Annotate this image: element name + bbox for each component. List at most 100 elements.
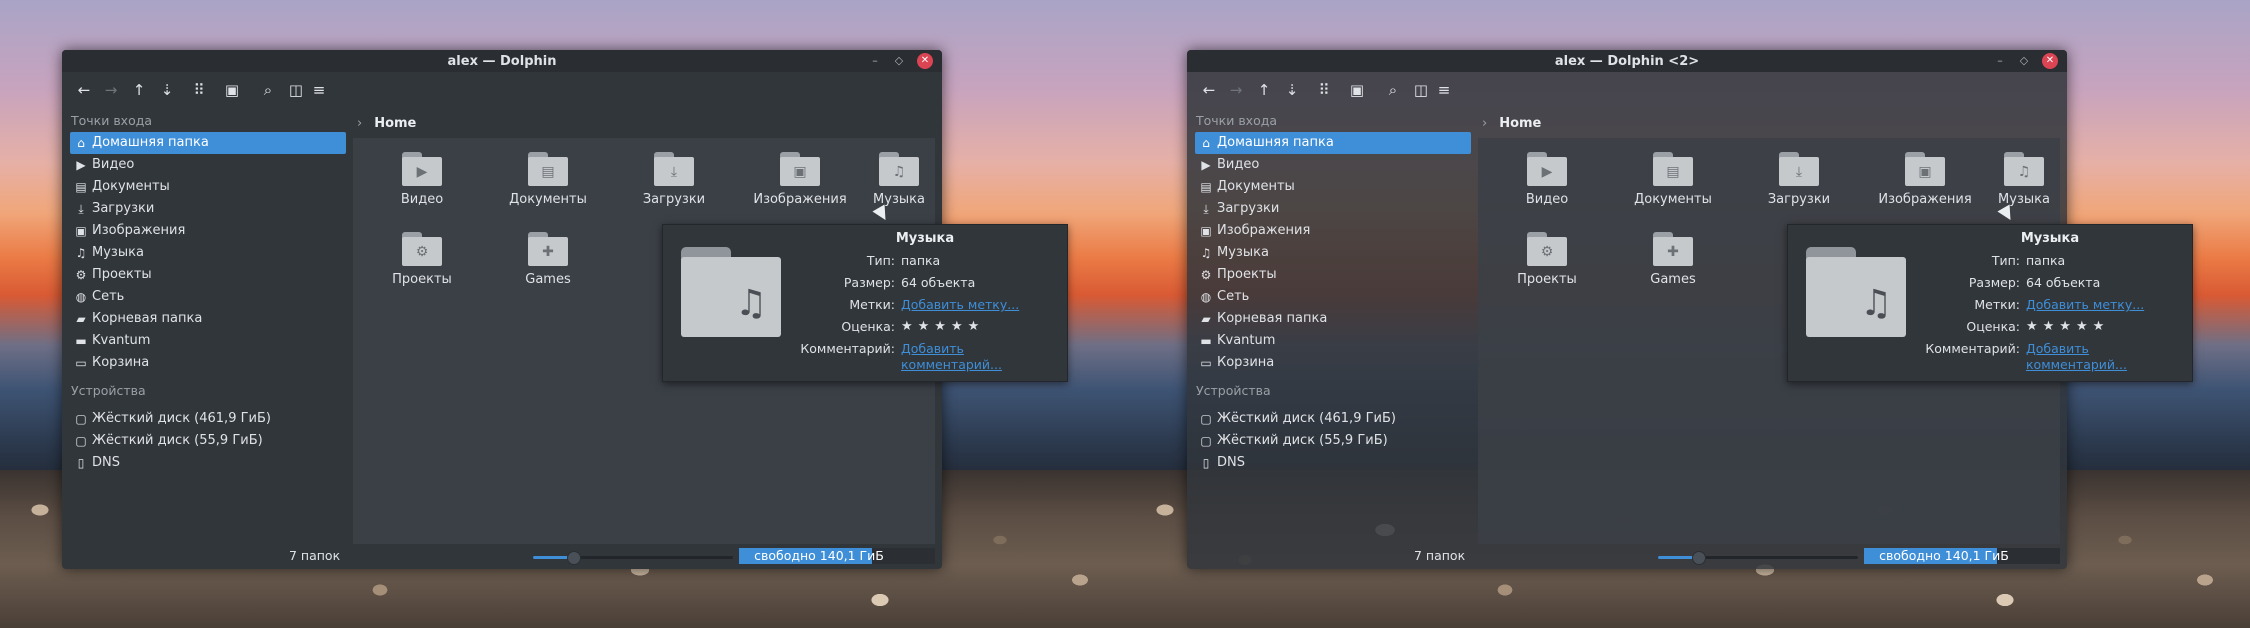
preview-icon[interactable]: ▣ [222, 80, 242, 100]
sidebar-item-music[interactable]: ♫ Музыка [70, 242, 346, 264]
split-view-icon[interactable]: ◫ [1411, 80, 1431, 100]
free-space-bar[interactable]: свободно 140,1 ГиБ [739, 548, 935, 564]
up-icon[interactable]: ↑ [1254, 80, 1274, 100]
up-icon[interactable]: ↑ [129, 80, 149, 100]
sidebar-item-network[interactable]: ◍ Сеть [1195, 286, 1471, 308]
free-space-bar[interactable]: свободно 140,1 ГиБ [1864, 548, 2060, 564]
sidebar-item-video[interactable]: ▶ Видео [70, 154, 346, 176]
menu-icon[interactable]: ≡ [1434, 80, 1454, 100]
sidebar-item-trash[interactable]: ▭ Корзина [1195, 352, 1471, 374]
breadcrumb-home[interactable]: Home [374, 116, 416, 131]
sidebar-item-dns[interactable]: ▯ DNS [1195, 452, 1471, 474]
folder-item-projects[interactable]: ⚙ Проекты [1485, 232, 1609, 287]
folder-item-documents[interactable]: ▤ Документы [486, 152, 610, 207]
sidebar-item-trash[interactable]: ▭ Корзина [70, 352, 346, 374]
folder-item-images[interactable]: ▣ Изображения [1863, 152, 1987, 207]
search-icon[interactable]: ⌕ [1383, 80, 1403, 100]
maximize-button[interactable]: ◇ [892, 54, 906, 68]
desktop-right: alex — Dolphin <2> – ◇ ✕ ← → ↑ ⇣ ⠿ ▣ ⌕ ◫… [1125, 0, 2250, 628]
folder-icon: ✚ [528, 232, 568, 266]
sidebar-item-disk-2[interactable]: ▢ Жёсткий диск (55,9 ГиБ) [70, 430, 346, 452]
rating-stars[interactable]: ★★★★★ [901, 319, 1061, 335]
preview-icon[interactable]: ▣ [1347, 80, 1367, 100]
folder-icon: ♫ [2004, 152, 2044, 186]
tooltip-title: Музыка [2020, 231, 2080, 246]
sidebar-item-images[interactable]: ▣ Изображения [1195, 220, 1471, 242]
sidebar-item-video[interactable]: ▶ Видео [1195, 154, 1471, 176]
minimize-button[interactable]: – [1993, 54, 2007, 68]
folder-item-projects[interactable]: ⚙ Проекты [360, 232, 484, 287]
sort-icon[interactable]: ⇣ [157, 80, 177, 100]
icon-view-icon[interactable]: ⠿ [189, 80, 209, 100]
zoom-slider-handle[interactable] [567, 551, 581, 565]
folder-item-documents[interactable]: ▤ Документы [1611, 152, 1735, 207]
sidebar-item-network[interactable]: ◍ Сеть [70, 286, 346, 308]
forward-icon[interactable]: → [1226, 80, 1246, 100]
folder-icon: ▬ [75, 334, 87, 348]
sort-icon[interactable]: ⇣ [1282, 80, 1302, 100]
split-view-icon[interactable]: ◫ [286, 80, 306, 100]
network-icon: ◍ [1200, 290, 1212, 304]
search-icon[interactable]: ⌕ [258, 80, 278, 100]
breadcrumb[interactable]: › Home [353, 110, 416, 138]
sidebar-item-music[interactable]: ♫ Музыка [1195, 242, 1471, 264]
sidebar-item-disk-1[interactable]: ▢ Жёсткий диск (461,9 ГиБ) [70, 408, 346, 430]
sidebar-item-projects[interactable]: ⚙ Проекты [70, 264, 346, 286]
folder-item-music[interactable]: ♫ Музыка [864, 152, 934, 207]
sidebar-item-projects[interactable]: ⚙ Проекты [1195, 264, 1471, 286]
sidebar-item-home[interactable]: ⌂ Домашняя папка [1195, 132, 1471, 154]
close-button[interactable]: ✕ [2042, 53, 2058, 69]
folder-item-downloads[interactable]: ⤓ Загрузки [612, 152, 736, 207]
music-icon: ♫ [2017, 164, 2031, 180]
folder-item-video[interactable]: ▶ Видео [1485, 152, 1609, 207]
zoom-slider[interactable] [533, 551, 733, 565]
folder-item-music[interactable]: ♫ Музыка [1989, 152, 2059, 207]
sidebar-item-kvantum[interactable]: ▬ Kvantum [70, 330, 346, 352]
sidebar-item-disk-2[interactable]: ▢ Жёсткий диск (55,9 ГиБ) [1195, 430, 1471, 452]
image-icon: ▣ [793, 164, 807, 180]
sidebar-item-label: Документы [1217, 179, 1295, 194]
titlebar[interactable]: alex — Dolphin <2> – ◇ ✕ [1187, 50, 2067, 72]
folder-item-downloads[interactable]: ⤓ Загрузки [1737, 152, 1861, 207]
maximize-button[interactable]: ◇ [2017, 54, 2031, 68]
sidebar-item-dns[interactable]: ▯ DNS [70, 452, 346, 474]
sidebar-item-home[interactable]: ⌂ Домашняя папка [70, 132, 346, 154]
sidebar-item-root[interactable]: ▰ Корневая папка [70, 308, 346, 330]
titlebar[interactable]: alex — Dolphin – ◇ ✕ [62, 50, 942, 72]
folder-item-games[interactable]: ✚ Games [486, 232, 610, 287]
add-comment-link[interactable]: Добавить комментарий... [2026, 341, 2186, 373]
forward-icon[interactable]: → [101, 80, 121, 100]
back-icon[interactable]: ← [1199, 80, 1219, 100]
zoom-slider-handle[interactable] [1692, 551, 1706, 565]
folder-item-video[interactable]: ▶ Видео [360, 152, 484, 207]
sidebar-item-label: Сеть [1217, 289, 1250, 304]
sidebar-item-root[interactable]: ▰ Корневая папка [1195, 308, 1471, 330]
sidebar-item-disk-1[interactable]: ▢ Жёсткий диск (461,9 ГиБ) [1195, 408, 1471, 430]
sidebar-item-label: Изображения [1217, 223, 1311, 238]
sidebar-item-documents[interactable]: ▤ Документы [1195, 176, 1471, 198]
folder-item-images[interactable]: ▣ Изображения [738, 152, 862, 207]
icon-view-icon[interactable]: ⠿ [1314, 80, 1334, 100]
zoom-slider[interactable] [1658, 551, 1858, 565]
sidebar-item-label: Видео [92, 157, 135, 172]
add-tag-link[interactable]: Добавить метку... [901, 297, 1061, 313]
sidebar-item-downloads[interactable]: ⤓ Загрузки [70, 198, 346, 220]
rating-stars[interactable]: ★★★★★ [2026, 319, 2186, 335]
sidebar-item-images[interactable]: ▣ Изображения [70, 220, 346, 242]
sidebar-item-label: Kvantum [1217, 333, 1276, 348]
menu-icon[interactable]: ≡ [309, 80, 329, 100]
back-icon[interactable]: ← [74, 80, 94, 100]
close-button[interactable]: ✕ [917, 53, 933, 69]
download-icon: ⤓ [78, 202, 84, 216]
folder-item-games[interactable]: ✚ Games [1611, 232, 1735, 287]
breadcrumb[interactable]: › Home [1478, 110, 1541, 138]
minimize-button[interactable]: – [868, 54, 882, 68]
breadcrumb-home[interactable]: Home [1499, 116, 1541, 131]
sidebar-item-downloads[interactable]: ⤓ Загрузки [1195, 198, 1471, 220]
add-comment-link[interactable]: Добавить комментарий... [901, 341, 1061, 373]
sidebar-item-kvantum[interactable]: ▬ Kvantum [1195, 330, 1471, 352]
folder-icon: ⚙ [1527, 232, 1567, 266]
sidebar-item-documents[interactable]: ▤ Документы [70, 176, 346, 198]
add-tag-link[interactable]: Добавить метку... [2026, 297, 2186, 313]
folder-label: Музыка [1998, 192, 2050, 207]
